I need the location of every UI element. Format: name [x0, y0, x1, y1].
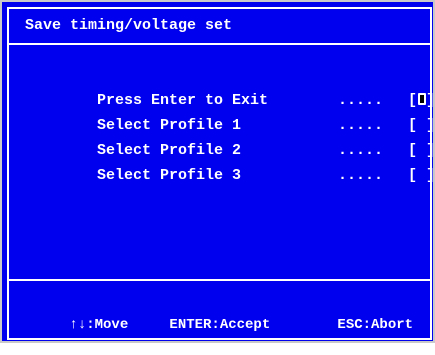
option-profile-2[interactable]: Select Profile 2.....[ ] [25, 113, 435, 159]
title-divider [9, 43, 430, 45]
hint-accept: ENTER:Accept [169, 317, 271, 333]
option-profile-1[interactable]: Select Profile 1.....[ ] [25, 88, 435, 134]
hint-move: ↑↓:Move [69, 317, 129, 333]
hint-abort: ESC:Abort [337, 317, 414, 333]
dialog-frame: Save timing/voltage set Press Enter to E… [7, 7, 435, 340]
option-dots: ..... [338, 167, 384, 184]
options-list: Press Enter to Exit.....[] Select Profil… [25, 63, 435, 184]
option-exit[interactable]: Press Enter to Exit.....[] [25, 63, 435, 109]
option-profile-3[interactable]: Select Profile 3..... [ ] [25, 138, 435, 184]
option-label: Select Profile 3 [97, 167, 242, 184]
bracket-close: ] [426, 167, 435, 184]
option-marker [417, 163, 426, 188]
key-hints: ↑↓:Move ENTER:Accept ESC:Abort [19, 295, 413, 333]
bracket-open: [ [408, 167, 418, 184]
footer-divider [9, 279, 430, 281]
save-timing-dialog: Save timing/voltage set Press Enter to E… [0, 0, 435, 343]
dialog-title: Save timing/voltage set [25, 17, 233, 34]
